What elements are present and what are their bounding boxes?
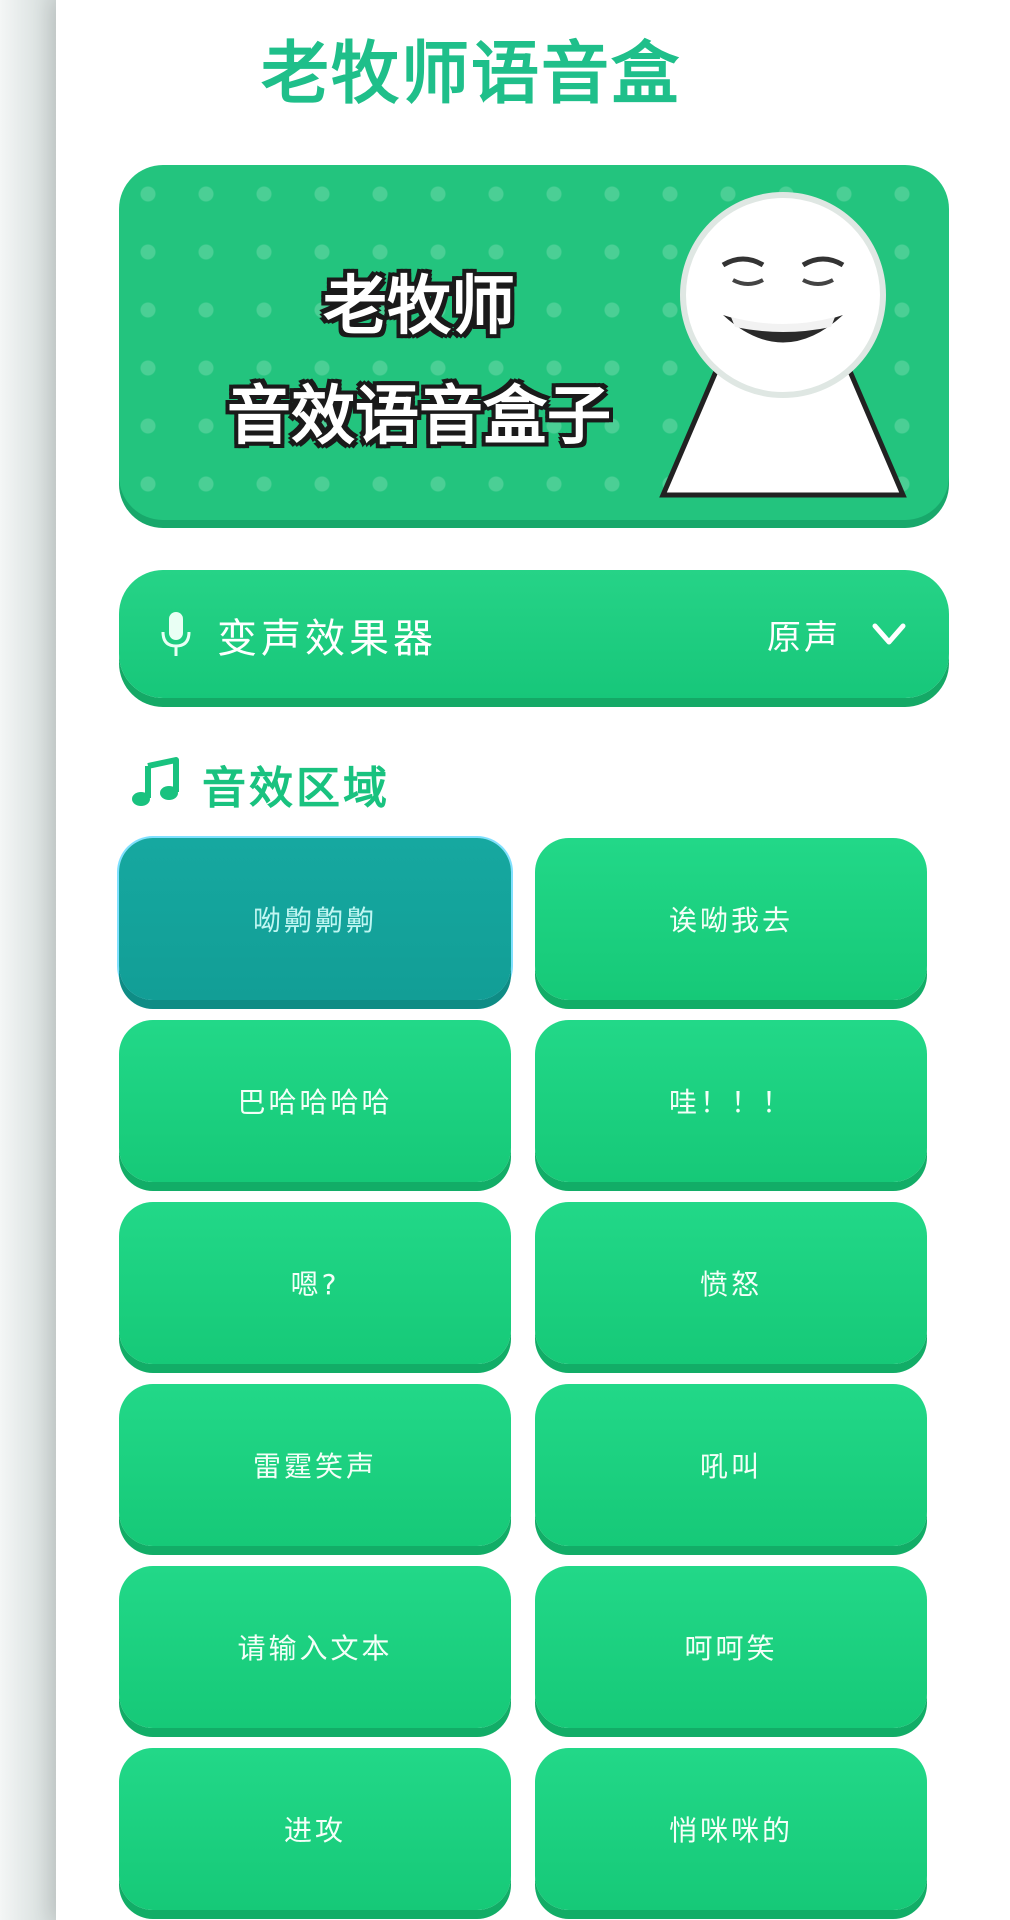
sound-button-label: 嗯? [290, 1268, 340, 1301]
sound-button-label: 呵呵笑 [684, 1632, 778, 1665]
background-edge [0, 0, 56, 1920]
sound-button[interactable]: 巴哈哈哈哈 [119, 1020, 511, 1182]
banner-subtitle: 音效语音盒子 [227, 380, 611, 454]
sound-button[interactable]: 嗯? [119, 1202, 511, 1364]
app-title: 老牧师语音盒 [260, 35, 681, 114]
sound-button-label: 呦齁齁齁 [252, 904, 377, 937]
sound-button[interactable]: 进攻 [119, 1748, 511, 1910]
sound-button-label: 巴哈哈哈哈 [237, 1086, 393, 1119]
sound-button-label: 悄咪咪的 [668, 1814, 793, 1847]
sound-button[interactable]: 呵呵笑 [535, 1566, 927, 1728]
sound-button-label: 雷霆笑声 [252, 1450, 377, 1483]
sound-button[interactable]: 请输入文本 [119, 1566, 511, 1728]
voice-changer-label: 变声效果器 [217, 616, 437, 662]
sound-button-label: 诶呦我去 [668, 904, 793, 937]
sound-button-label: 请输入文本 [237, 1632, 393, 1665]
sound-button[interactable]: 哇！！！ [535, 1020, 927, 1182]
sound-button[interactable]: 雷霆笑声 [119, 1384, 511, 1546]
sound-button[interactable]: 愤怒 [535, 1202, 927, 1364]
sound-button[interactable]: 呦齁齁齁 [119, 838, 511, 1000]
music-note-icon [132, 757, 179, 806]
sound-button-label: 哇！！！ [668, 1086, 793, 1119]
sound-button[interactable]: 悄咪咪的 [535, 1748, 927, 1910]
voice-changer-value: 原声 [767, 618, 841, 658]
sound-button-label: 愤怒 [699, 1268, 762, 1301]
section-title: 音效区域 [202, 763, 390, 814]
sound-button-label: 进攻 [283, 1814, 346, 1847]
hero-banner: 老牧师 音效语音盒子 [119, 165, 949, 520]
sound-button[interactable]: 吼叫 [535, 1384, 927, 1546]
banner-title: 老牧师 [323, 270, 515, 344]
meme-face-illustration [659, 192, 907, 498]
microphone-icon [161, 612, 191, 656]
sound-button[interactable]: 诶呦我去 [535, 838, 927, 1000]
voice-changer-selector[interactable]: 变声效果器 原声 [119, 570, 949, 698]
chevron-down-icon [872, 623, 906, 645]
sound-button-label: 吼叫 [699, 1450, 762, 1483]
